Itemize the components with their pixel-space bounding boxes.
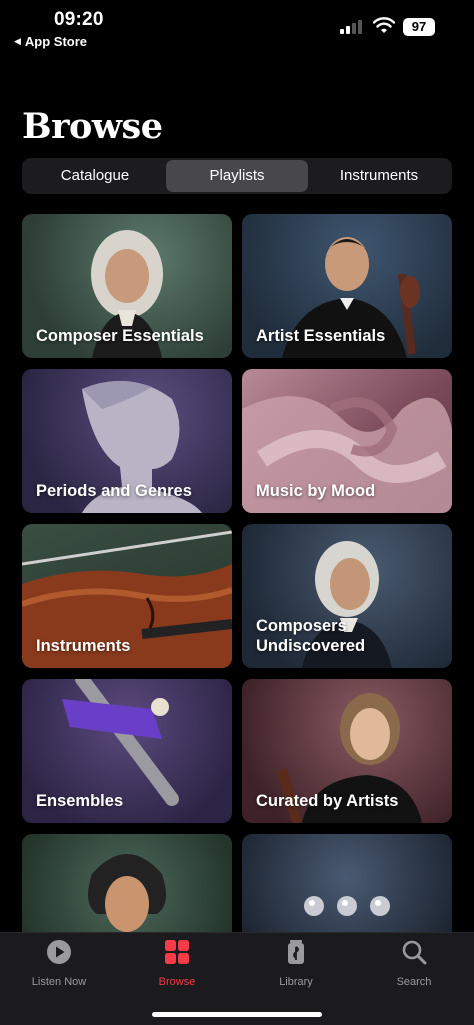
card-label: Curated by Artists xyxy=(256,792,399,810)
tab-label: Search xyxy=(396,976,432,988)
segment-catalogue[interactable]: Catalogue xyxy=(24,160,166,192)
tab-browse[interactable]: Browse xyxy=(127,939,227,988)
card-composers-undiscovered[interactable]: Composers Undiscovered xyxy=(242,524,452,668)
card-composer-essentials[interactable]: Composer Essentials xyxy=(22,214,232,358)
cellular-signal-icon xyxy=(340,20,364,34)
status-bar: 09:20 ◀ App Store 97 xyxy=(0,0,474,60)
card-label: Instruments xyxy=(36,637,131,655)
card-label: Composers Undiscovered xyxy=(256,617,366,655)
card-label: Periods and Genres xyxy=(36,482,192,500)
tab-bar: Listen Now Browse Library Search xyxy=(0,932,474,1025)
search-icon xyxy=(402,940,427,965)
page-title: Browse xyxy=(22,106,163,147)
library-icon xyxy=(288,940,304,964)
card-instruments[interactable]: Instruments xyxy=(22,524,232,668)
back-label: App Store xyxy=(24,34,88,49)
card-label: Music by Mood xyxy=(256,482,376,500)
wifi-icon xyxy=(373,17,395,33)
tab-label: Browse xyxy=(158,976,196,988)
segment-playlists[interactable]: Playlists xyxy=(166,160,308,192)
card-curated-by-artists[interactable]: Curated by Artists xyxy=(242,679,452,823)
play-circle-icon xyxy=(47,940,71,964)
card-label: Ensembles xyxy=(36,792,124,810)
home-indicator[interactable] xyxy=(152,1012,322,1017)
card-artist-essentials[interactable]: Artist Essentials xyxy=(242,214,452,358)
tab-library[interactable]: Library xyxy=(246,939,346,988)
browse-segmented-control: Catalogue Playlists Instruments xyxy=(22,158,452,194)
tab-label: Library xyxy=(279,976,313,988)
tab-label: Listen Now xyxy=(31,976,87,988)
status-time: 09:20 xyxy=(54,9,104,30)
card-label: Composer Essentials xyxy=(36,327,204,345)
back-arrow-icon: ◀ xyxy=(14,36,21,46)
tab-listen-now[interactable]: Listen Now xyxy=(9,939,109,988)
card-music-by-mood[interactable]: Music by Mood xyxy=(242,369,452,513)
tab-search[interactable]: Search xyxy=(364,939,464,988)
back-to-app-store-link[interactable]: ◀ App Store xyxy=(14,34,87,49)
battery-indicator: 97 xyxy=(403,18,435,36)
card-label: Artist Essentials xyxy=(256,327,386,345)
segment-instruments[interactable]: Instruments xyxy=(308,160,450,192)
browse-grid-icon xyxy=(165,940,189,964)
card-periods-and-genres[interactable]: Periods and Genres xyxy=(22,369,232,513)
card-ensembles[interactable]: Ensembles xyxy=(22,679,232,823)
